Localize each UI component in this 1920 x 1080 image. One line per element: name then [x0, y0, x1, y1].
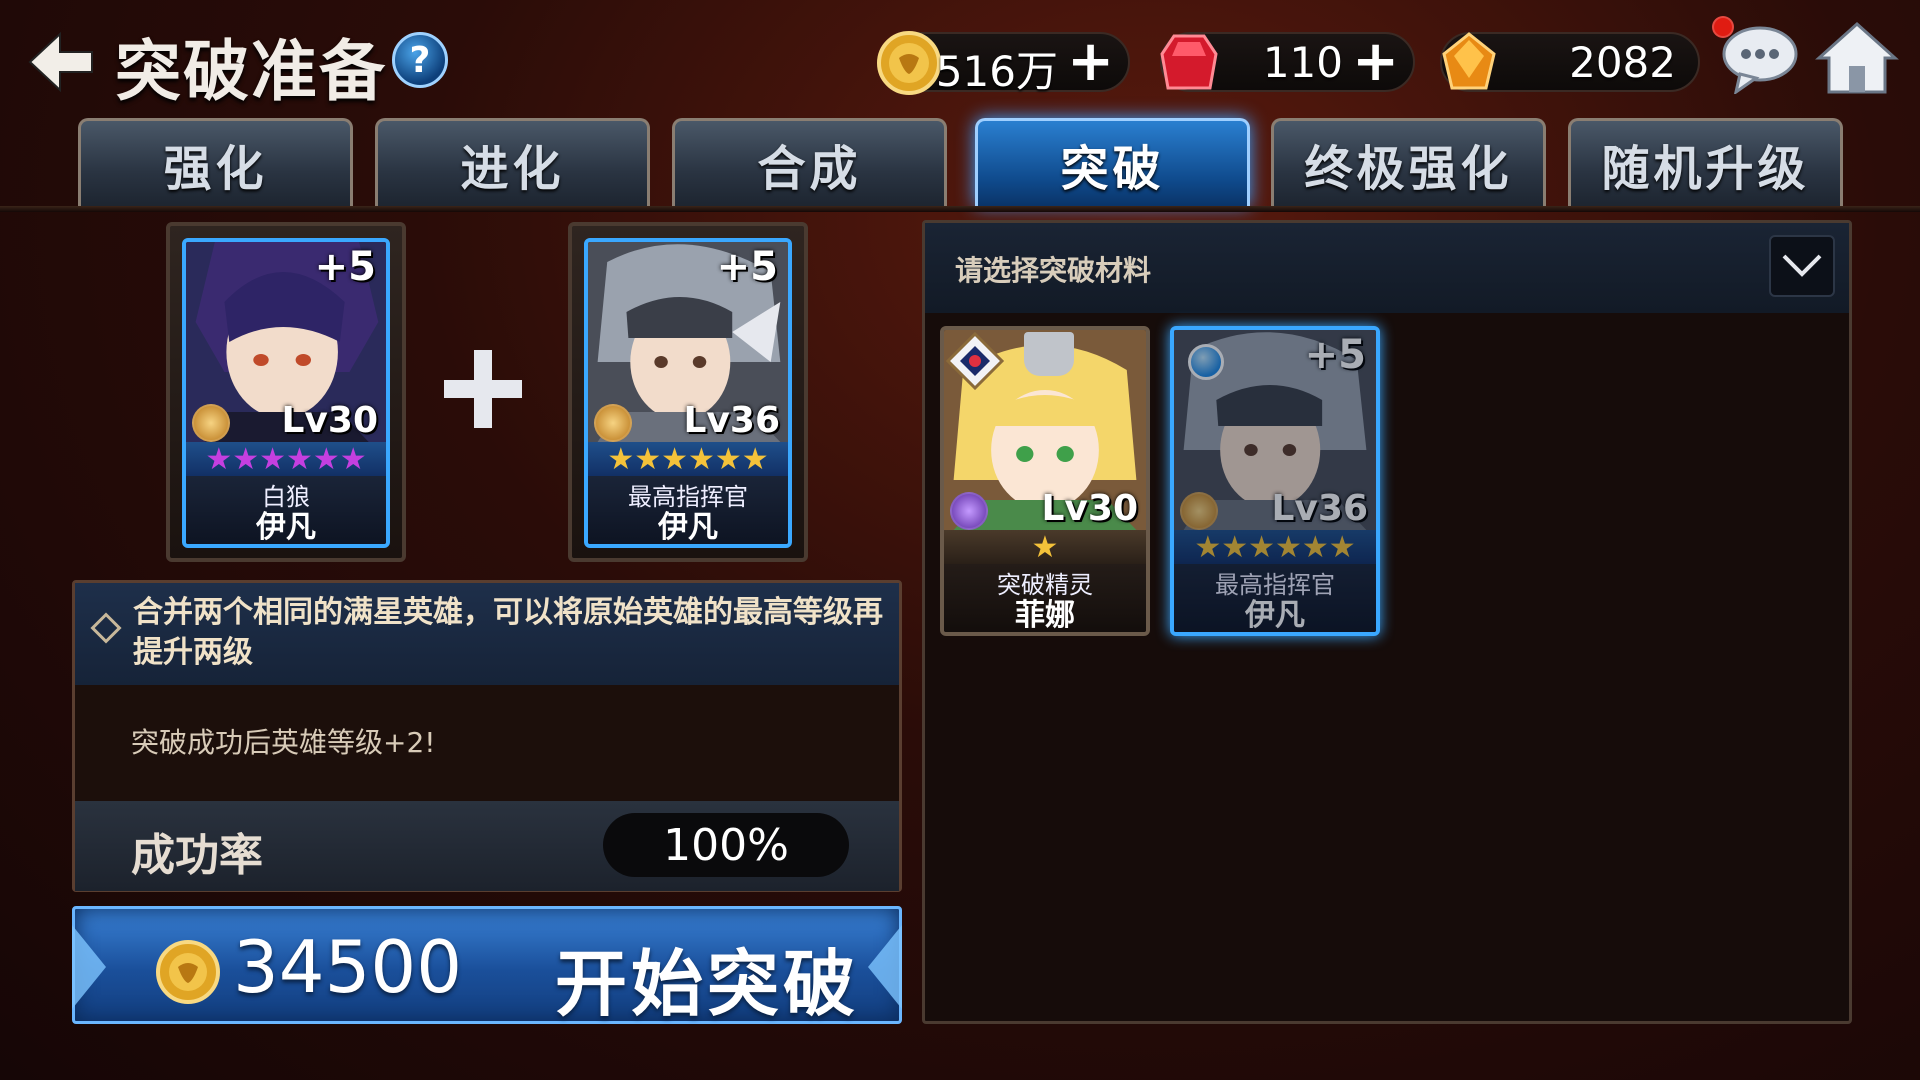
rank-badge-icon — [946, 332, 1004, 390]
star-rating: ★★★★★★ — [588, 441, 788, 477]
page-title: 突破准备 — [115, 33, 387, 110]
star-rating: ★★★★★★ — [186, 441, 386, 477]
enhance-level: +5 — [716, 244, 778, 290]
hero-title: 白狼 — [262, 483, 310, 511]
gem-amount: 110 — [1262, 38, 1343, 87]
material-header: 请选择突破材料 — [925, 223, 1849, 313]
add-gold-button[interactable]: + — [1067, 32, 1114, 92]
material-card-selected[interactable]: +5 Lv36 ★★★★★★ 最高指挥官 伊凡 — [1170, 326, 1380, 636]
info-panel: 合并两个相同的满星英雄，可以将原始英雄的最高等级再提升两级 突破成功后英雄等级+… — [72, 580, 902, 892]
help-button[interactable]: ? — [392, 32, 448, 88]
hero-title: 突破精灵 — [997, 571, 1093, 599]
tab-bar: 强化 进化 合成 突破 终极强化 随机升级 — [78, 118, 1848, 206]
chevron-right-decoration — [868, 925, 902, 1009]
chevron-down-icon — [1782, 254, 1822, 277]
hero-name: 伊凡 — [658, 510, 718, 545]
breakthrough-cost: 34500 — [233, 925, 463, 1009]
amber-crystal-icon — [1442, 32, 1496, 90]
base-hero-slot[interactable]: +5 Lv30 ★★★★★★ 白狼 伊凡 — [166, 222, 406, 562]
back-arrow-icon[interactable] — [20, 22, 100, 102]
material-hero-slot[interactable]: +5 Lv36 ★★★★★★ 最高指挥官 伊凡 — [568, 222, 808, 562]
home-icon[interactable] — [1815, 18, 1899, 98]
hero-title: 最高指挥官 — [628, 483, 748, 511]
star-rating: ★ — [944, 529, 1146, 565]
start-button-label: 开始突破 — [555, 942, 860, 1026]
add-gem-button[interactable]: + — [1352, 32, 1399, 92]
gold-coin-icon — [877, 31, 941, 95]
start-breakthrough-button[interactable]: 34500 开始突破 — [72, 906, 902, 1026]
hero-card[interactable]: +5 Lv36 ★★★★★★ 最高指挥官 伊凡 — [584, 238, 792, 548]
tab-random-upgrade[interactable]: 随机升级 — [1568, 118, 1843, 206]
plus-icon — [444, 350, 522, 428]
hero-card[interactable]: +5 Lv30 ★★★★★★ 白狼 伊凡 — [182, 238, 390, 548]
hero-name-band: 突破精灵 菲娜 — [944, 564, 1146, 633]
gold-resource: 516万 + — [877, 31, 1130, 96]
hero-level: Lv36 — [683, 400, 780, 441]
shield-class-icon — [594, 404, 632, 442]
stars: ★★★★★★ — [607, 441, 769, 477]
hero-name-band: 最高指挥官 伊凡 — [588, 476, 788, 545]
tab-evolve[interactable]: 进化 — [375, 118, 650, 206]
tab-enhance[interactable]: 强化 — [78, 118, 353, 206]
diamond-bullet-icon — [90, 612, 122, 644]
success-rate-row: 成功率 100% — [75, 801, 899, 891]
filter-dropdown-button[interactable] — [1769, 235, 1835, 297]
hero-name-band: 白狼 伊凡 — [186, 476, 386, 545]
tab-combine[interactable]: 合成 — [672, 118, 947, 206]
tab-breakthrough[interactable]: 突破 — [975, 118, 1250, 206]
tab-divider — [0, 206, 1920, 212]
lock-icon — [1024, 332, 1074, 376]
material-panel-title: 请选择突破材料 — [955, 254, 1152, 287]
shield-class-icon — [192, 404, 230, 442]
red-gem-icon — [1160, 34, 1218, 90]
material-card[interactable]: Lv30 ★ 突破精灵 菲娜 — [940, 326, 1150, 636]
selected-overlay — [1174, 330, 1376, 632]
crystal-amount: 2082 — [1569, 38, 1676, 87]
hero-name: 伊凡 — [256, 510, 316, 545]
chevron-left-decoration — [72, 925, 106, 1009]
stars: ★★★★★★ — [205, 441, 367, 477]
hero-level: Lv30 — [1041, 488, 1138, 529]
gold-coin-icon — [156, 940, 220, 1004]
success-rate-label: 成功率 — [131, 830, 263, 881]
gem-resource: 110 + — [1160, 32, 1415, 92]
tab-ultimate-enhance[interactable]: 终极强化 — [1271, 118, 1546, 206]
stars: ★ — [1031, 529, 1059, 565]
spirit-class-icon — [950, 492, 988, 530]
breakthrough-note: 突破成功后英雄等级+2! — [131, 726, 436, 759]
success-rate-value: 100% — [603, 813, 849, 877]
breakthrough-description: 合并两个相同的满星英雄，可以将原始英雄的最高等级再提升两级 — [133, 595, 883, 670]
crystal-resource: 2082 — [1440, 32, 1700, 92]
info-header: 合并两个相同的满星英雄，可以将原始英雄的最高等级再提升两级 — [75, 583, 899, 685]
hero-name: 菲娜 — [1015, 598, 1075, 633]
gold-amount: 516万 — [935, 47, 1058, 96]
enhance-level: +5 — [314, 244, 376, 290]
hero-level: Lv30 — [281, 400, 378, 441]
notification-dot — [1712, 16, 1734, 38]
